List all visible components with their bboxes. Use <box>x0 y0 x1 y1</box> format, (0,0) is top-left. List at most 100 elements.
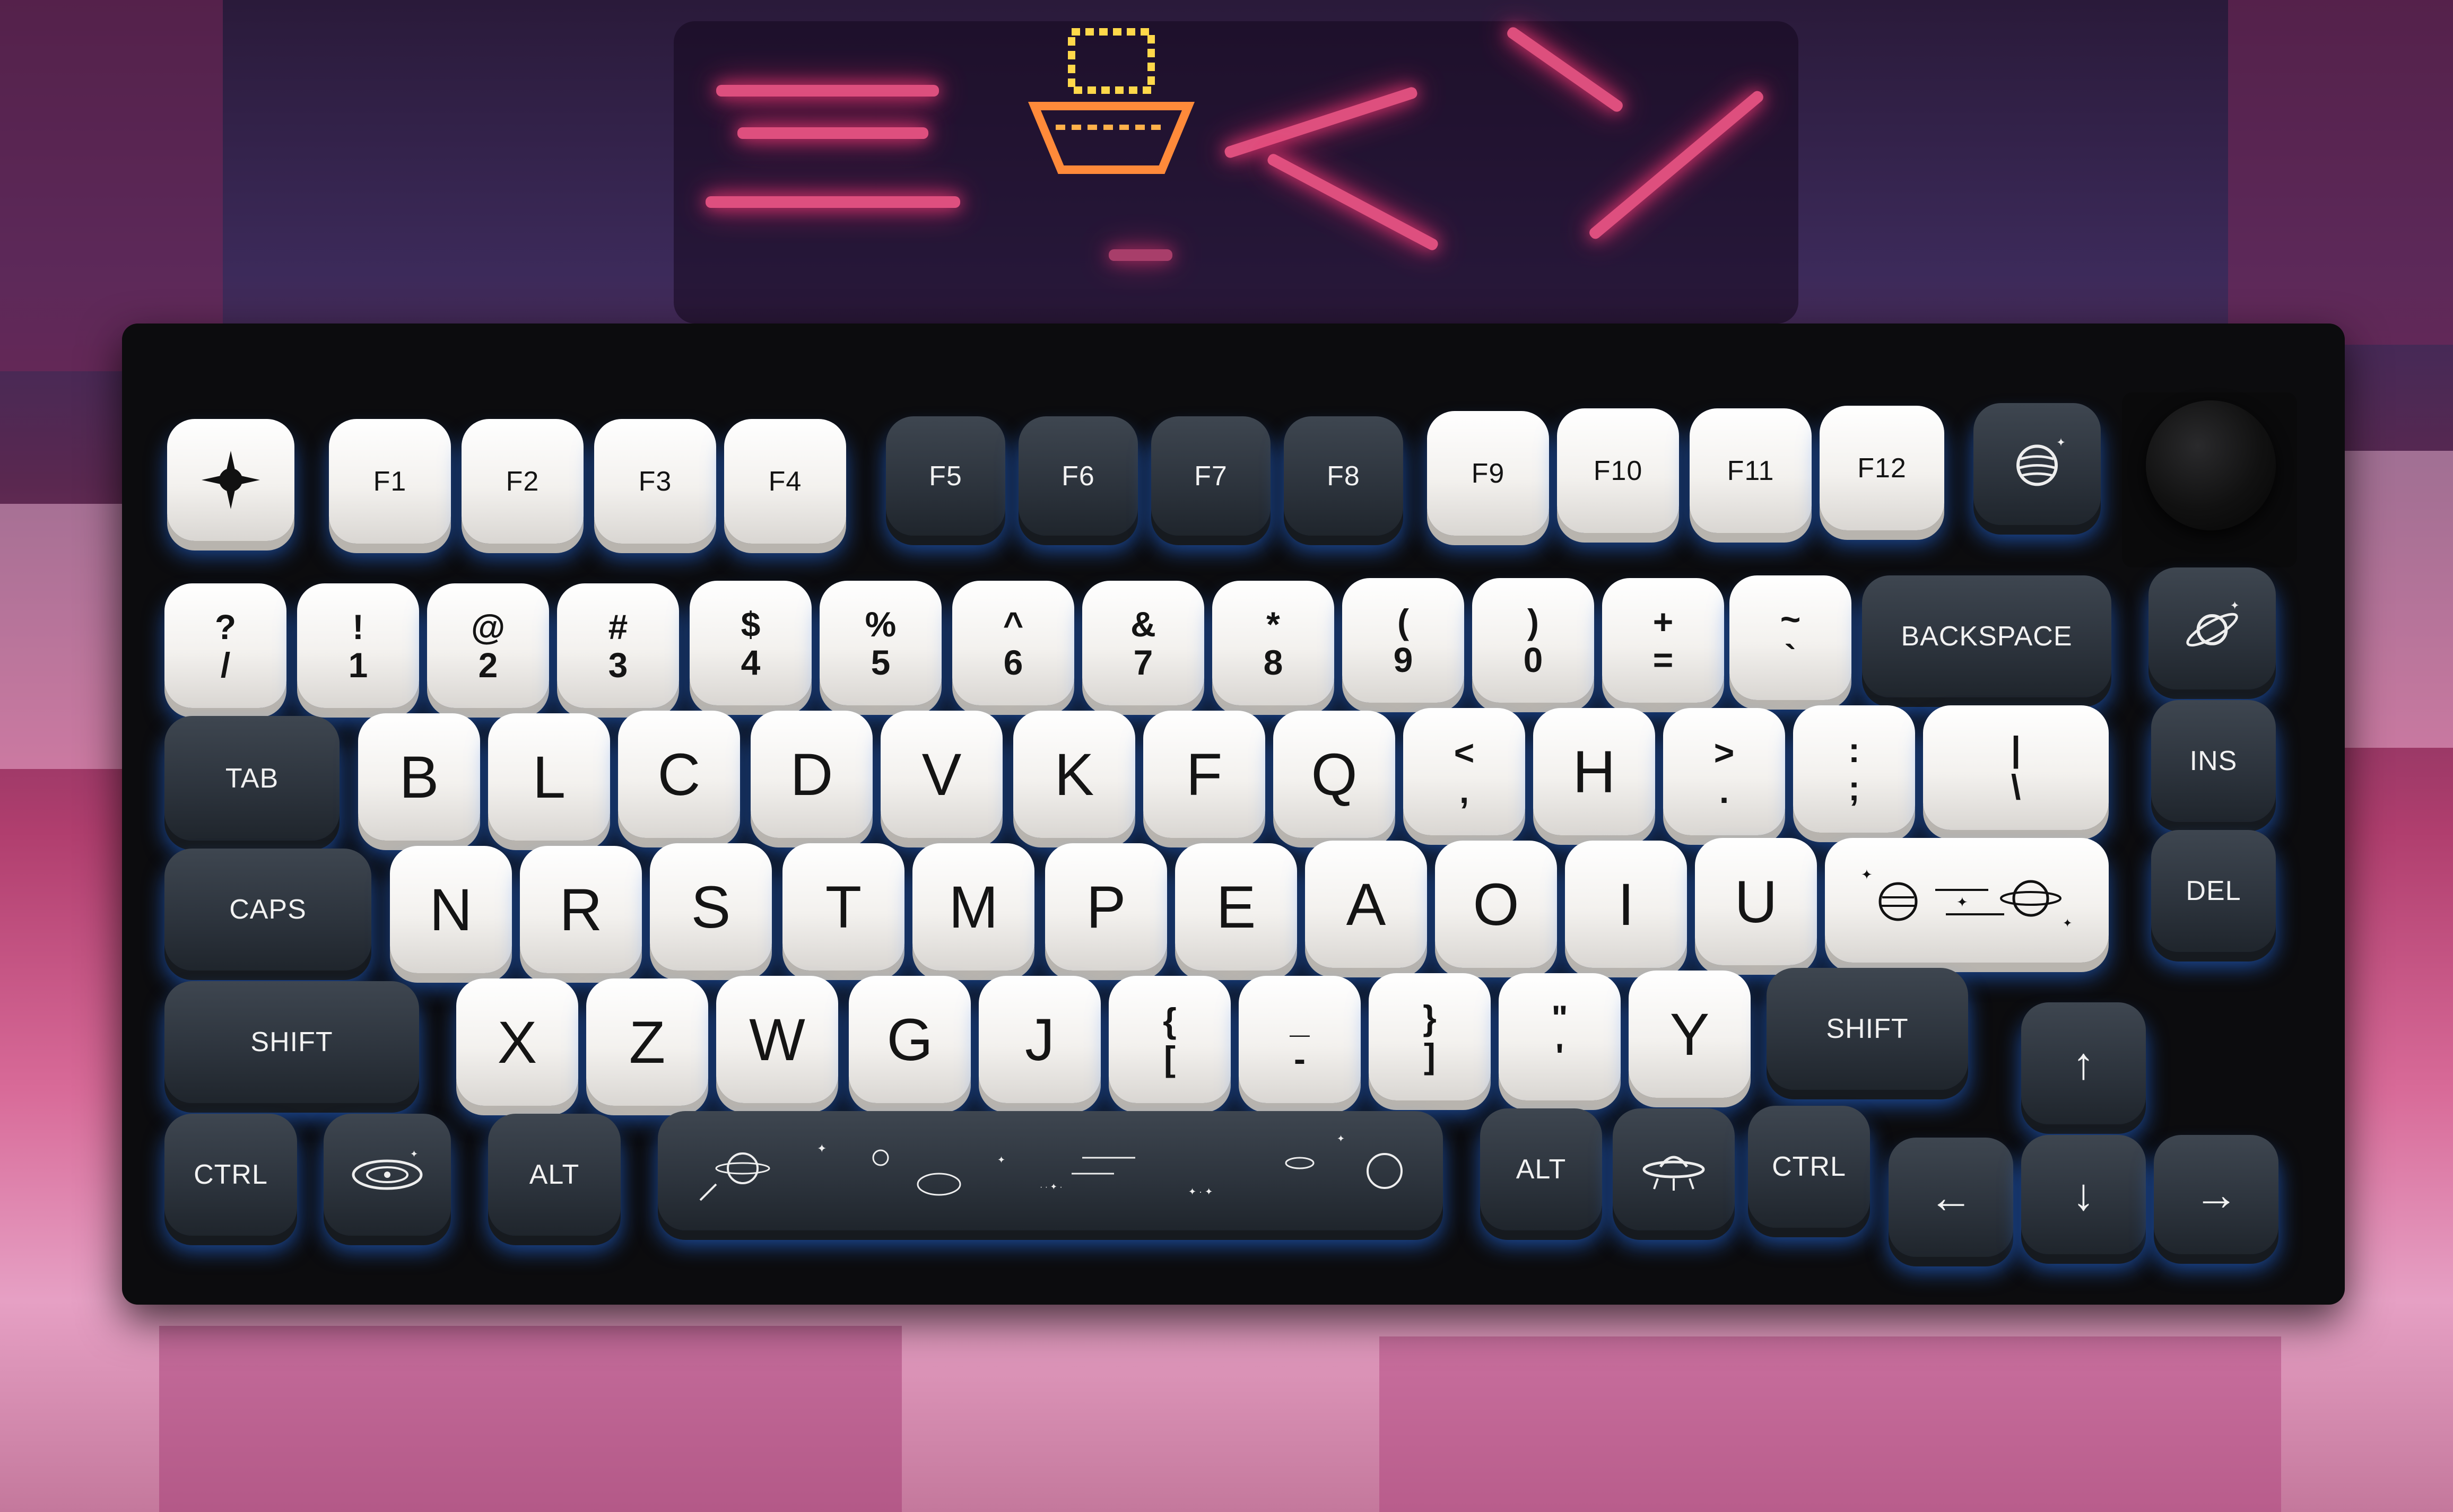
f8-label: F8 <box>1327 460 1360 492</box>
key-t[interactable]: T <box>782 843 904 971</box>
key-h[interactable]: H <box>1533 708 1655 835</box>
key-r[interactable]: R <box>520 846 642 973</box>
svg-text:✦: ✦ <box>2230 599 2240 612</box>
f2-key[interactable]: F2 <box>462 419 584 544</box>
key-1[interactable]: ! 1 <box>297 583 419 708</box>
brace-right-key[interactable]: }] <box>1369 973 1491 1100</box>
key-9[interactable]: (9 <box>1342 578 1464 703</box>
svg-text:· · ✦ ·: · · ✦ · <box>1040 1183 1063 1192</box>
key-0[interactable]: ) 0 <box>1472 578 1594 703</box>
f5-label: F5 <box>929 460 962 492</box>
brace-left-key[interactable]: {[ <box>1109 976 1231 1103</box>
key-n[interactable]: N <box>390 846 512 973</box>
enter-key[interactable]: ✦ ✦ ✦ <box>1825 838 2109 963</box>
key-6-top: ^ <box>1003 604 1024 644</box>
key-z[interactable]: Z <box>586 978 708 1106</box>
key-4-top: $ <box>741 604 761 644</box>
left-alt-key[interactable]: ALT <box>488 1114 621 1236</box>
dash-key-top: _ <box>1290 1001 1310 1040</box>
pipe-key[interactable]: | \ <box>1923 705 2109 830</box>
key-u[interactable]: U <box>1695 838 1817 965</box>
dash-key-bottom: - <box>1294 1039 1306 1078</box>
f8-key[interactable]: F8 <box>1284 416 1403 536</box>
f4-key[interactable]: F4 <box>724 419 846 544</box>
key-w[interactable]: W <box>716 976 838 1103</box>
key-k[interactable]: K <box>1013 711 1135 838</box>
key-d[interactable]: D <box>751 711 873 838</box>
equals-key[interactable]: + = <box>1602 578 1724 703</box>
galaxy-key[interactable]: ✦ <box>324 1114 451 1236</box>
slash-key[interactable]: ? / <box>164 583 286 708</box>
key-5[interactable]: % 5 <box>820 581 942 705</box>
equals-key-top: + <box>1652 601 1674 641</box>
esc-key[interactable] <box>167 419 294 541</box>
key-7[interactable]: & 7 <box>1082 581 1204 705</box>
left-ctrl-key[interactable]: CTRL <box>164 1114 297 1236</box>
key-s[interactable]: S <box>650 843 772 971</box>
key-v[interactable]: V <box>881 711 1003 838</box>
left-shift-key[interactable]: SHIFT <box>164 981 419 1103</box>
grave-key[interactable]: ~ ` <box>1729 575 1851 700</box>
f9-key[interactable]: F9 <box>1427 411 1549 536</box>
key-4[interactable]: $4 <box>690 581 812 705</box>
f10-key[interactable]: F10 <box>1557 408 1679 533</box>
key-a[interactable]: A <box>1305 841 1427 968</box>
colon-key-top: : <box>1848 730 1860 770</box>
backspace-key[interactable]: BACKSPACE <box>1862 575 2111 697</box>
less-than-key[interactable]: <, <box>1403 708 1525 835</box>
f1-key[interactable]: F1 <box>329 419 451 544</box>
key-2[interactable]: @2 <box>427 583 549 708</box>
dash-key[interactable]: _ - <box>1239 976 1361 1103</box>
key-3[interactable]: #3 <box>557 583 679 708</box>
del-key[interactable]: DEL <box>2151 830 2276 952</box>
grave-key-bottom: ` <box>1785 637 1796 677</box>
key-y[interactable]: Y <box>1629 971 1751 1098</box>
key-c[interactable]: C <box>618 711 740 838</box>
ufo-key[interactable] <box>1613 1108 1735 1230</box>
f12-key[interactable]: F12 <box>1820 406 1944 530</box>
right-alt-key[interactable]: ALT <box>1480 1108 1602 1230</box>
f3-key[interactable]: F3 <box>594 419 716 544</box>
quote-key[interactable]: " ' <box>1499 973 1621 1100</box>
spacebar[interactable]: ✦ ✦ · · ✦ · ✦ · ✦ ✦ <box>658 1111 1443 1230</box>
colon-key[interactable]: :; <box>1793 705 1915 833</box>
neon-sign-art <box>674 21 1798 324</box>
f6-key[interactable]: F6 <box>1019 416 1138 536</box>
key-6[interactable]: ^ 6 <box>952 581 1074 705</box>
arrow-right-key[interactable]: → <box>2154 1135 2278 1254</box>
planet-key[interactable]: ✦ <box>1973 403 2101 525</box>
arrow-up-key[interactable]: ↑ <box>2021 1002 2146 1124</box>
key-v-label: V <box>921 741 962 808</box>
arrow-down-key[interactable]: ↓ <box>2021 1135 2146 1254</box>
ins-key[interactable]: INS <box>2151 700 2276 822</box>
f5-key[interactable]: F5 <box>886 416 1005 536</box>
key-x[interactable]: X <box>456 978 578 1106</box>
key-i[interactable]: I <box>1565 841 1687 968</box>
key-8[interactable]: * 8 <box>1212 581 1334 705</box>
right-shift-key[interactable]: SHIFT <box>1767 968 1968 1090</box>
caps-key[interactable]: CAPS <box>164 849 371 971</box>
greater-than-key[interactable]: >. <box>1663 708 1785 835</box>
key-j[interactable]: J <box>979 976 1101 1103</box>
key-u-label: U <box>1734 868 1778 935</box>
key-f[interactable]: F <box>1143 711 1265 838</box>
key-m[interactable]: M <box>912 843 1034 971</box>
right-ctrl-key[interactable]: CTRL <box>1748 1106 1870 1228</box>
key-9-top: ( <box>1397 601 1409 641</box>
key-e[interactable]: E <box>1175 843 1297 971</box>
key-q[interactable]: Q <box>1273 711 1395 838</box>
key-z-label: Z <box>629 1009 666 1076</box>
f11-key[interactable]: F11 <box>1690 408 1812 533</box>
saturn-key[interactable]: ✦ <box>2148 567 2276 689</box>
volume-knob[interactable] <box>2146 400 2276 530</box>
arrow-left-icon: ← <box>1928 1172 1973 1222</box>
f7-key[interactable]: F7 <box>1151 416 1271 536</box>
key-g[interactable]: G <box>849 976 971 1103</box>
key-o[interactable]: O <box>1435 841 1557 968</box>
key-b[interactable]: B <box>358 713 480 841</box>
arrow-left-key[interactable]: ← <box>1889 1138 2013 1257</box>
key-p[interactable]: P <box>1045 843 1167 971</box>
key-l[interactable]: L <box>488 713 610 841</box>
left-ctrl-label: CTRL <box>194 1159 268 1190</box>
tab-key[interactable]: TAB <box>164 716 340 841</box>
